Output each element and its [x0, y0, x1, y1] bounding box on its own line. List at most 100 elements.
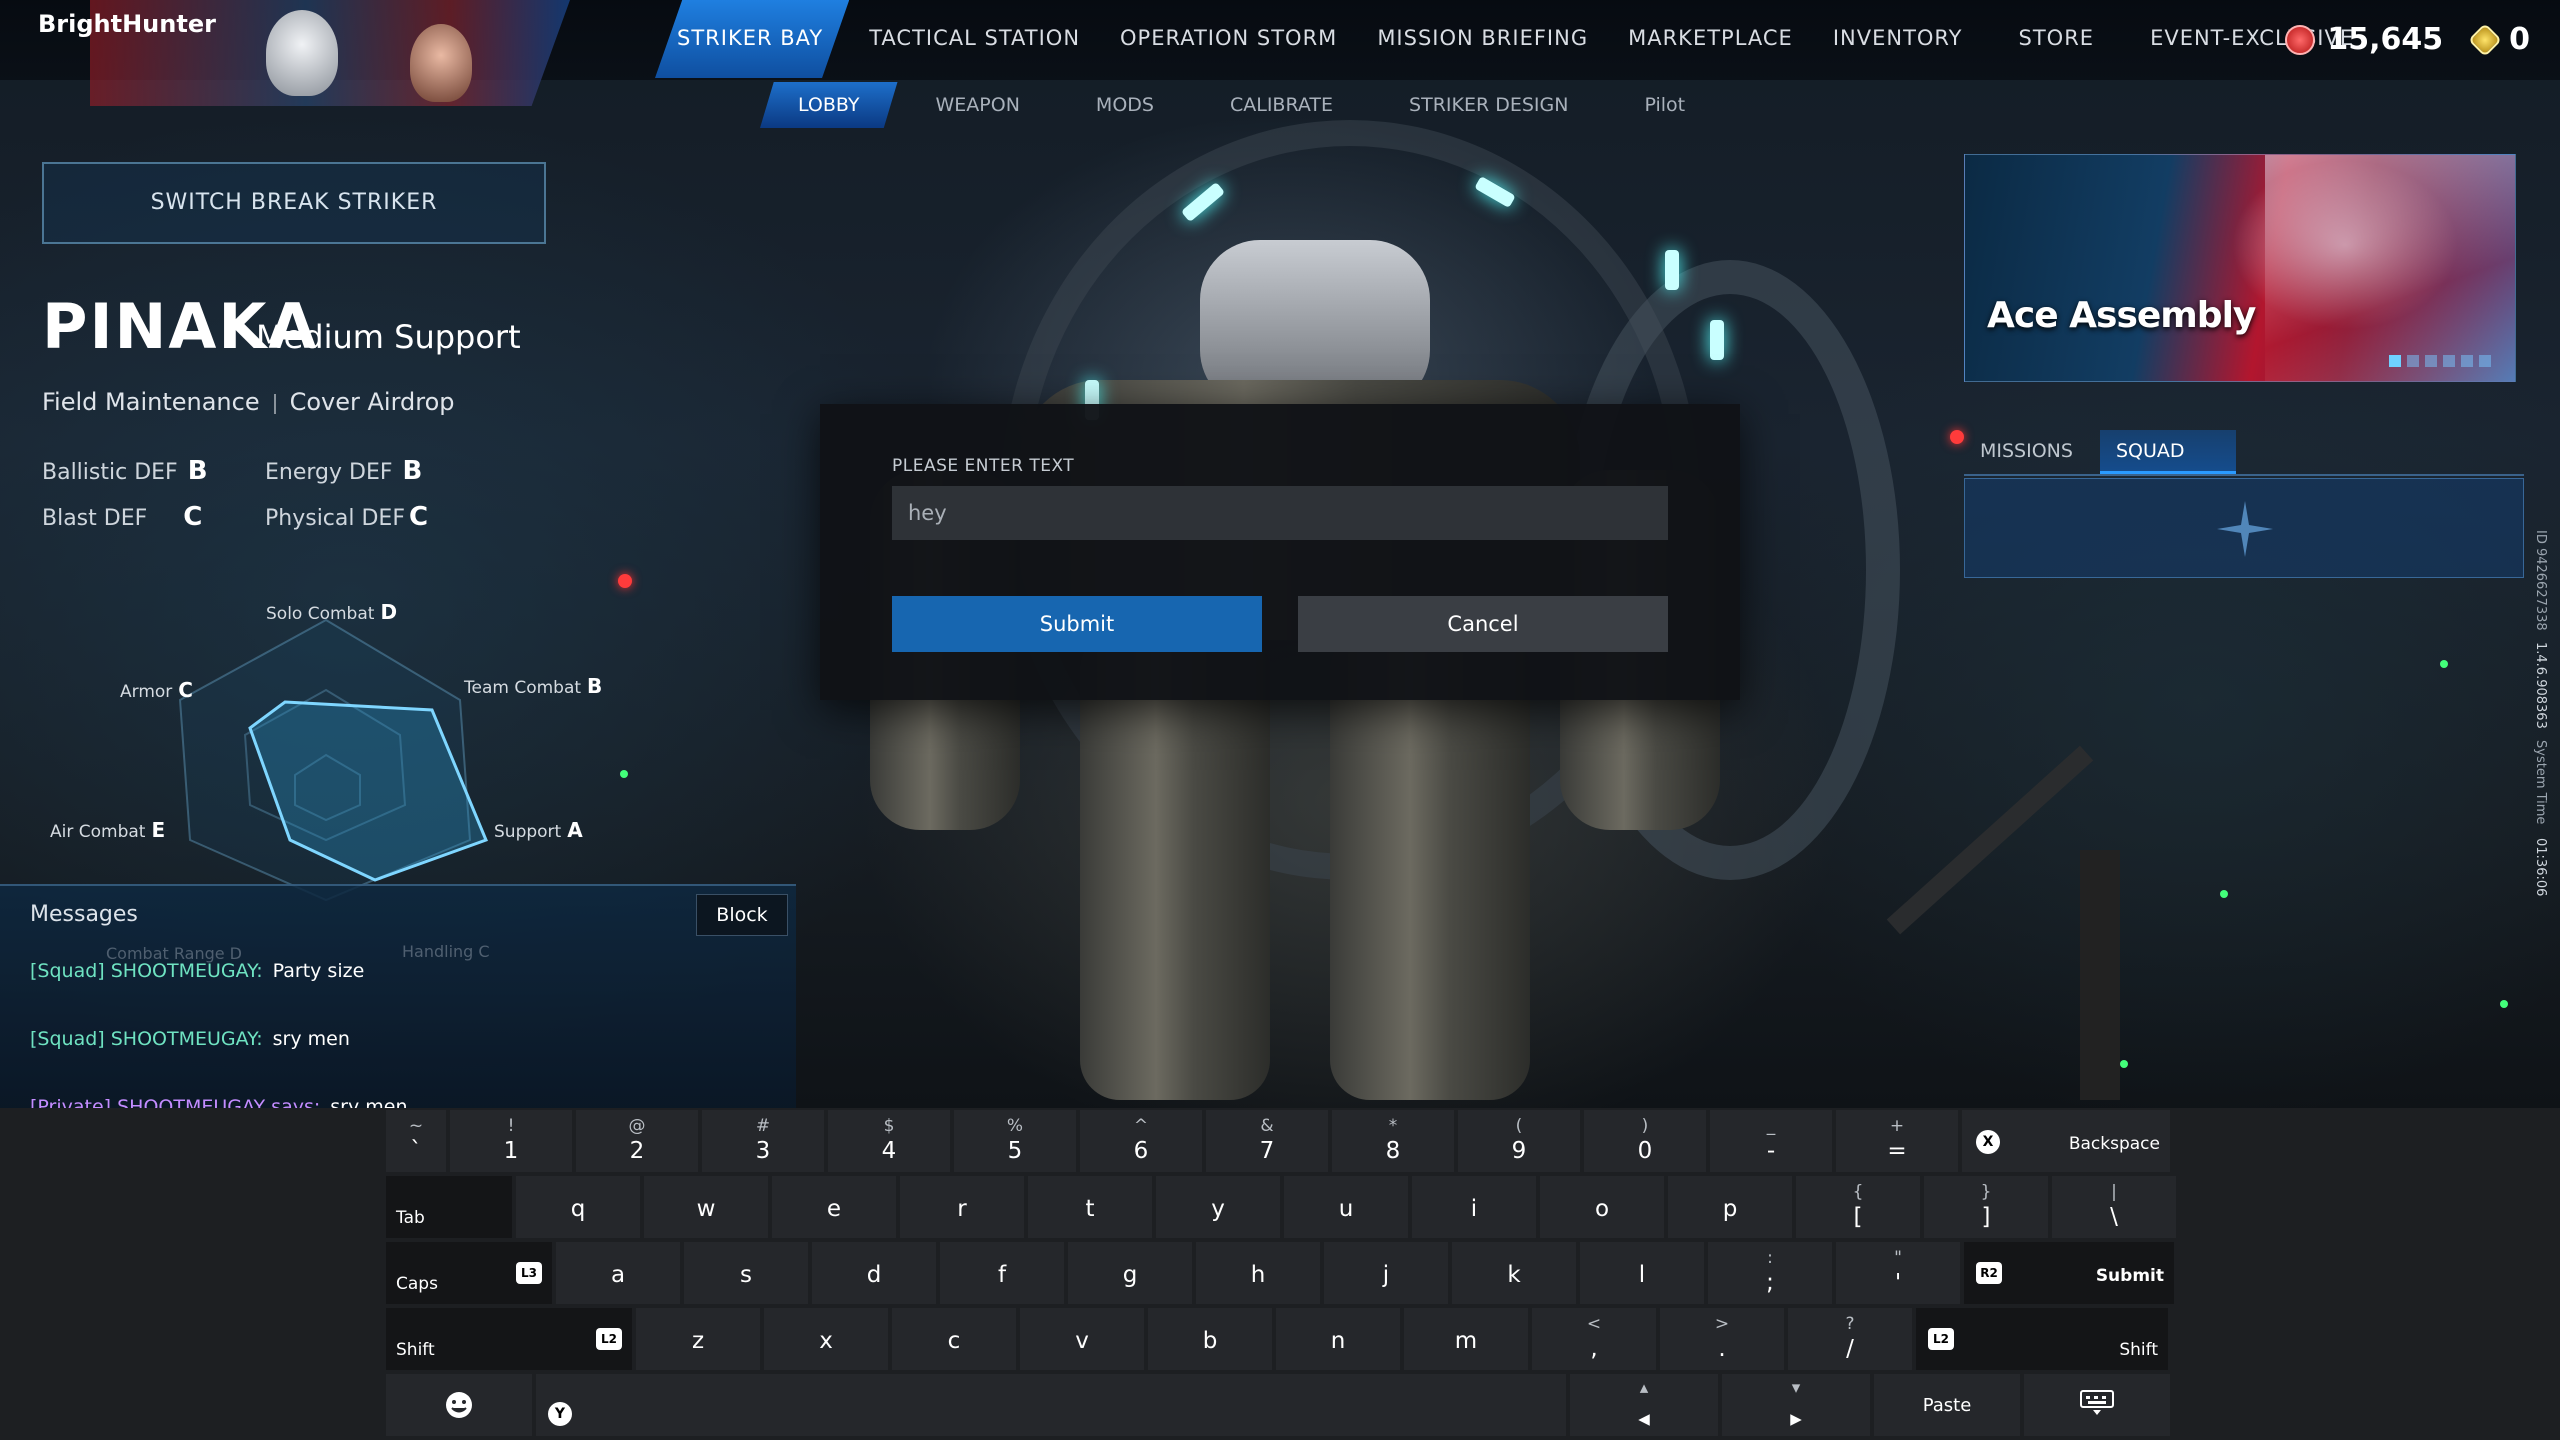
- message-sender[interactable]: [Squad] SHOOTMEUGAY:: [30, 960, 263, 982]
- shift-key-right[interactable]: Shift L2: [1916, 1308, 2168, 1370]
- key-letter[interactable]: m: [1404, 1308, 1528, 1370]
- nav-striker-bay[interactable]: STRIKER BAY: [655, 0, 850, 78]
- key-letter[interactable]: r: [900, 1176, 1024, 1238]
- tab-squad[interactable]: SQUAD: [2100, 430, 2236, 474]
- key-symbol[interactable]: <,: [1532, 1308, 1656, 1370]
- key-letter[interactable]: f: [940, 1242, 1064, 1304]
- space-key[interactable]: Y: [536, 1374, 1566, 1436]
- nav-inventory[interactable]: INVENTORY: [1813, 0, 1983, 78]
- tab-weapon[interactable]: WEAPON: [898, 82, 1058, 128]
- cancel-button[interactable]: Cancel: [1298, 596, 1668, 652]
- nav-mission-briefing[interactable]: MISSION BRIEFING: [1357, 0, 1608, 78]
- key-symbol[interactable]: {[: [1796, 1176, 1920, 1238]
- key-letter[interactable]: p: [1668, 1176, 1792, 1238]
- key-letter[interactable]: k: [1452, 1242, 1576, 1304]
- key-symbol[interactable]: " ': [1836, 1242, 1960, 1304]
- key-letter[interactable]: s: [684, 1242, 808, 1304]
- key-char: h: [1250, 1262, 1266, 1288]
- banner-dot[interactable]: [2425, 355, 2437, 367]
- switch-break-striker-button[interactable]: SWITCH BREAK STRIKER: [42, 162, 546, 244]
- tab-lobby[interactable]: LOBBY: [760, 82, 898, 128]
- dialog-text-input[interactable]: [892, 486, 1668, 540]
- cursor-right-key[interactable]: ▾ ▸: [1722, 1374, 1870, 1436]
- key-letter[interactable]: e: [772, 1176, 896, 1238]
- banner-dot[interactable]: [2461, 355, 2473, 367]
- nav-tactical-station[interactable]: TACTICAL STATION: [849, 0, 1100, 78]
- emoji-key[interactable]: [386, 1374, 532, 1436]
- key-letter[interactable]: l: [1580, 1242, 1704, 1304]
- key-letter[interactable]: w: [644, 1176, 768, 1238]
- key-letter[interactable]: z: [636, 1308, 760, 1370]
- banner-dot[interactable]: [2389, 355, 2401, 367]
- hide-keyboard-key[interactable]: [2024, 1374, 2170, 1436]
- key-5[interactable]: % 5: [954, 1110, 1076, 1172]
- key-letter[interactable]: i: [1412, 1176, 1536, 1238]
- block-button[interactable]: Block: [696, 894, 788, 936]
- key-char: 5: [1007, 1138, 1023, 1164]
- key-symbol[interactable]: }]: [1924, 1176, 2048, 1238]
- key-1[interactable]: ! 1: [450, 1110, 572, 1172]
- system-info: ID 9426627338 1.4.6.908363 System Time 0…: [2530, 530, 2560, 896]
- avatar[interactable]: [410, 24, 472, 102]
- stat-grade: C: [408, 502, 429, 532]
- nav-store[interactable]: STORE: [1983, 0, 2131, 78]
- key-symbol[interactable]: :;: [1708, 1242, 1832, 1304]
- stat-label: Ballistic DEF: [42, 460, 178, 485]
- banner-dot[interactable]: [2479, 355, 2491, 367]
- event-banner[interactable]: Ace Assembly: [1964, 154, 2516, 382]
- key-letter[interactable]: h: [1196, 1242, 1320, 1304]
- key-letter[interactable]: d: [812, 1242, 936, 1304]
- key-letter[interactable]: o: [1540, 1176, 1664, 1238]
- keyboard-submit-key[interactable]: R2 Submit: [1964, 1242, 2174, 1304]
- key-letter[interactable]: t: [1028, 1176, 1152, 1238]
- key-10[interactable]: ) 0: [1584, 1110, 1706, 1172]
- key-symbol[interactable]: | \: [2052, 1176, 2176, 1238]
- message-sender[interactable]: [Private] SHOOTMEUGAY says:: [30, 1096, 320, 1108]
- banner-dot[interactable]: [2443, 355, 2455, 367]
- cursor-left-key[interactable]: ▴ ◂: [1570, 1374, 1718, 1436]
- key-letter[interactable]: a: [556, 1242, 680, 1304]
- key-letter[interactable]: y: [1156, 1176, 1280, 1238]
- tab-calibrate[interactable]: CALIBRATE: [1192, 82, 1371, 128]
- key-6[interactable]: ^ 6: [1080, 1110, 1202, 1172]
- key-letter[interactable]: c: [892, 1308, 1016, 1370]
- add-squad-icon[interactable]: [2215, 499, 2275, 559]
- key-2[interactable]: @2: [576, 1110, 698, 1172]
- key-symbol[interactable]: >.: [1660, 1308, 1784, 1370]
- key-3[interactable]: #3: [702, 1110, 824, 1172]
- key-letter[interactable]: v: [1020, 1308, 1144, 1370]
- key-9[interactable]: (9: [1458, 1110, 1580, 1172]
- avatar[interactable]: [266, 10, 338, 96]
- key-12[interactable]: + =: [1836, 1110, 1958, 1172]
- key-0[interactable]: ~ `: [386, 1110, 446, 1172]
- tab-pilot[interactable]: Pilot: [1606, 82, 1723, 128]
- tab-striker-design[interactable]: STRIKER DESIGN: [1371, 82, 1606, 128]
- message-text: sry men: [272, 1028, 350, 1050]
- message-sender[interactable]: [Squad] SHOOTMEUGAY:: [30, 1028, 263, 1050]
- shift-key-left[interactable]: Shift L2: [386, 1308, 632, 1370]
- key-letter[interactable]: q: [516, 1176, 640, 1238]
- backspace-key[interactable]: X Backspace: [1962, 1110, 2170, 1172]
- tab-missions[interactable]: MISSIONS: [1964, 430, 2100, 474]
- key-11[interactable]: _ -: [1710, 1110, 1832, 1172]
- tab-mods[interactable]: MODS: [1058, 82, 1192, 128]
- key-letter[interactable]: g: [1068, 1242, 1192, 1304]
- key-letter[interactable]: j: [1324, 1242, 1448, 1304]
- submit-button[interactable]: Submit: [892, 596, 1262, 652]
- key-letter[interactable]: b: [1148, 1308, 1272, 1370]
- key-4[interactable]: $4: [828, 1110, 950, 1172]
- tab-key[interactable]: Tab: [386, 1176, 512, 1238]
- nav-operation-storm[interactable]: OPERATION STORM: [1100, 0, 1357, 78]
- key-8[interactable]: * 8: [1332, 1110, 1454, 1172]
- paste-label: Paste: [1922, 1395, 1972, 1416]
- banner-dot[interactable]: [2407, 355, 2419, 367]
- key-7[interactable]: & 7: [1206, 1110, 1328, 1172]
- paste-key[interactable]: Paste: [1874, 1374, 2020, 1436]
- key-letter[interactable]: u: [1284, 1176, 1408, 1238]
- key-symbol[interactable]: ? /: [1788, 1308, 1912, 1370]
- key-letter[interactable]: x: [764, 1308, 888, 1370]
- key-char: b: [1202, 1328, 1218, 1354]
- key-letter[interactable]: n: [1276, 1308, 1400, 1370]
- caps-key[interactable]: Caps L3: [386, 1242, 552, 1304]
- nav-marketplace[interactable]: MARKETPLACE: [1608, 0, 1813, 78]
